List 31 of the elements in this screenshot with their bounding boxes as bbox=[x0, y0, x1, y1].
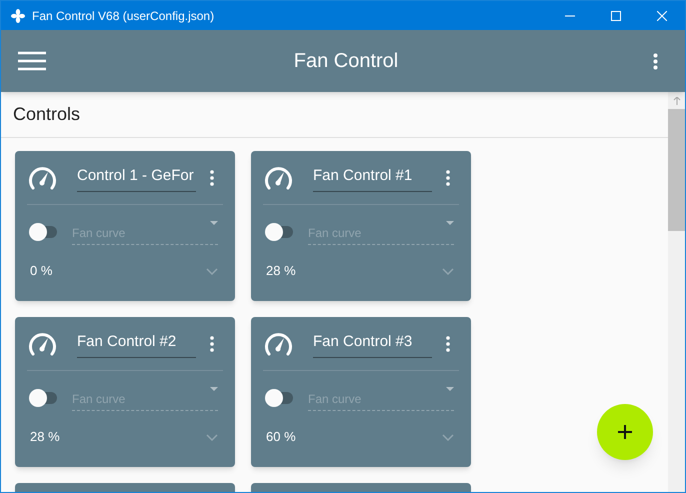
close-icon bbox=[657, 10, 667, 20]
plus-icon bbox=[618, 425, 632, 439]
dropdown-arrow-icon bbox=[446, 387, 454, 391]
window-title: Fan Control V68 (userConfig.json) bbox=[32, 8, 214, 24]
gauge-icon bbox=[28, 166, 57, 190]
name-field[interactable]: Fan Control #2 bbox=[77, 330, 196, 358]
speed-reading: 0 % bbox=[30, 262, 52, 280]
dropdown-arrow-icon bbox=[210, 221, 218, 225]
scrollbar-thumb[interactable] bbox=[668, 109, 685, 231]
name-field[interactable]: Control 1 - GeFor bbox=[77, 164, 196, 192]
speed-reading: 60 % bbox=[266, 428, 296, 446]
kebab-icon bbox=[446, 170, 450, 186]
gauge-icon bbox=[28, 332, 57, 356]
kebab-icon bbox=[210, 170, 214, 186]
speed-reading: 28 % bbox=[266, 262, 296, 280]
dropdown-arrow-icon bbox=[210, 387, 218, 391]
maximize-icon bbox=[611, 10, 621, 20]
menu-icon bbox=[18, 51, 46, 71]
name-field[interactable]: Fan Control #3 bbox=[313, 330, 432, 358]
kebab-icon bbox=[446, 336, 450, 352]
gauge-icon bbox=[264, 166, 293, 190]
scrollbar[interactable] bbox=[668, 92, 685, 492]
fan-icon bbox=[11, 8, 25, 22]
section-title: Controls bbox=[13, 103, 80, 126]
dropdown-arrow-icon bbox=[446, 221, 454, 225]
gauge-icon bbox=[264, 332, 293, 356]
name-field[interactable]: Fan Control #1 bbox=[313, 164, 432, 192]
app-title: Fan Control bbox=[292, 49, 400, 74]
kebab-icon bbox=[210, 336, 214, 352]
speed-reading: 28 % bbox=[30, 428, 60, 446]
kebab-icon bbox=[652, 52, 658, 70]
